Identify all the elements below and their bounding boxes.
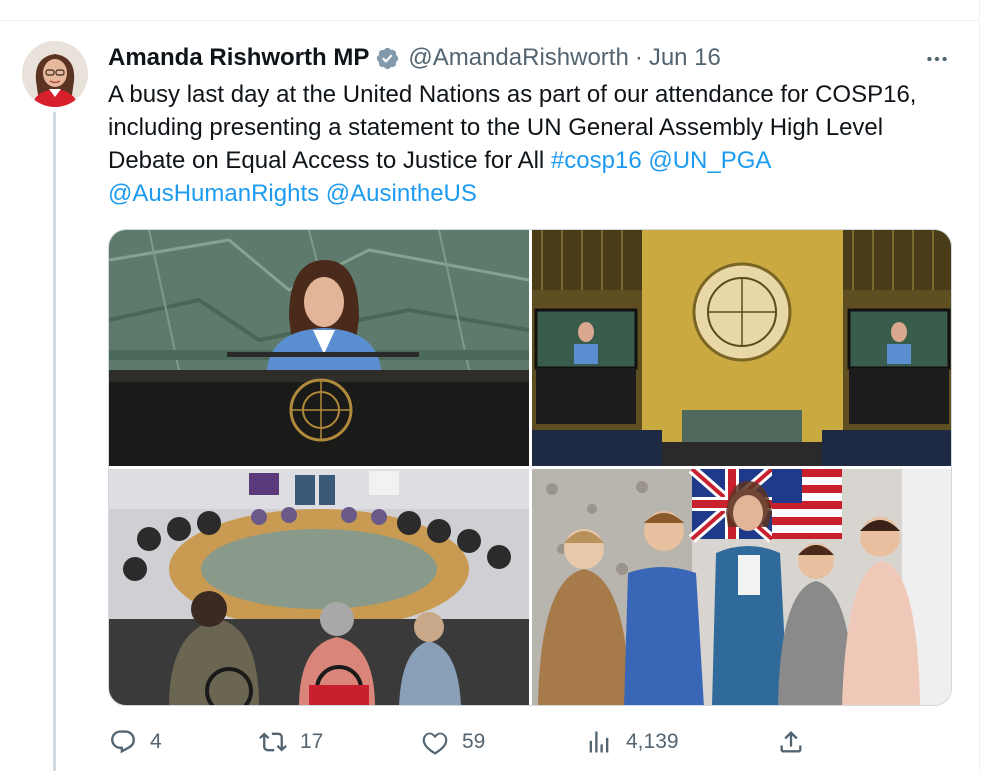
photo-speaker-at-podium[interactable] [109,230,529,466]
reply-count: 4 [150,730,162,753]
top-divider [0,20,980,21]
avatar[interactable] [22,41,88,107]
author-name[interactable]: Amanda Rishworth MP [108,44,369,72]
tweet-actions: 4 17 59 4,139 [108,722,828,762]
retweet-count: 17 [300,730,324,753]
reply-icon [108,727,138,757]
retweet-button[interactable]: 17 [258,722,323,762]
share-icon [776,727,806,757]
views-count: 4,139 [626,730,679,753]
analytics-icon [584,727,614,757]
right-border [979,0,980,771]
photo-general-assembly-hall[interactable] [532,230,951,466]
author-handle[interactable]: @AmandaRishworth [408,44,628,72]
like-count: 59 [462,730,486,753]
tweet-header: Amanda Rishworth MP @AmandaRishworth · J… [108,40,721,76]
heart-icon [420,727,450,757]
retweet-icon [258,727,288,757]
thread-line [53,112,56,771]
photo-group-with-flags[interactable] [532,469,951,705]
media-grid [108,229,952,706]
like-button[interactable]: 59 [420,722,485,762]
verified-badge-icon [375,46,400,71]
hashtag-link[interactable]: #cosp16 [551,147,642,174]
tweet-text: A busy last day at the United Nations as… [108,78,938,210]
tweet-date[interactable]: Jun 16 [649,44,721,72]
share-button[interactable] [776,722,806,762]
separator-dot: · [634,44,643,71]
mention-link[interactable]: @AusintheUS [326,180,477,207]
mention-link[interactable]: @AusHumanRights [108,180,319,207]
photo-roundtable-meeting[interactable] [109,469,529,705]
mention-link[interactable]: @UN_PGA [648,147,770,174]
more-options-icon[interactable] [920,42,954,76]
views-button[interactable]: 4,139 [584,722,679,762]
reply-button[interactable]: 4 [108,722,162,762]
tweet-body: A busy last day at the United Nations as… [108,81,917,174]
